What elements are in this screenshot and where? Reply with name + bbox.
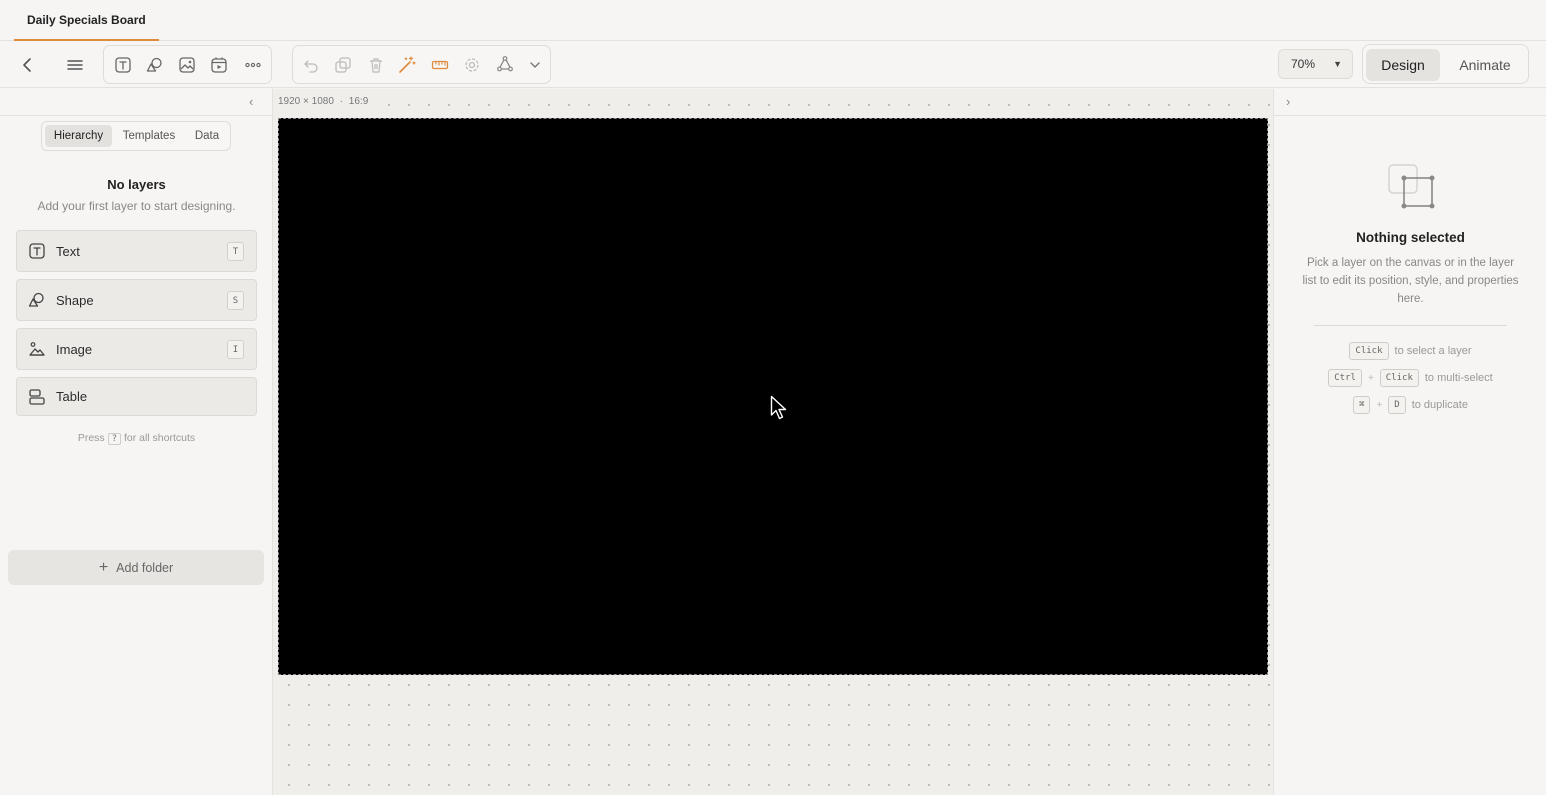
table-layer-icon xyxy=(29,388,45,405)
menu-icon[interactable] xyxy=(61,51,89,79)
shortcuts-hint-press: Press xyxy=(77,432,105,444)
shape-shortcut-key: S xyxy=(227,291,244,310)
design-mode-button[interactable]: Design xyxy=(1366,49,1440,81)
mouse-cursor-icon xyxy=(770,395,787,420)
right-panel-header: › xyxy=(1274,89,1546,116)
canvas-size-info: 1920 × 1080 · 16:9 xyxy=(278,96,372,107)
tab-hierarchy[interactable]: Hierarchy xyxy=(45,125,112,147)
image-layer-icon xyxy=(29,342,45,356)
add-image-layer-button[interactable]: Image I xyxy=(16,328,257,370)
more-tools-icon[interactable] xyxy=(239,51,267,79)
hint-key: Ctrl xyxy=(1328,369,1362,387)
hint-text: to multi-select xyxy=(1424,372,1493,384)
add-folder-button[interactable]: + Add folder xyxy=(8,550,264,585)
tab-templates[interactable]: Templates xyxy=(114,125,184,147)
hint-key: ⌘ xyxy=(1353,396,1371,414)
add-text-layer-button[interactable]: Text T xyxy=(16,230,257,272)
empty-layers-subtitle: Add your first layer to start designing. xyxy=(37,199,236,213)
toolbar: 70% ▼ Design Animate xyxy=(0,41,1546,88)
copy-icon[interactable] xyxy=(329,51,357,79)
nothing-selected-title: Nothing selected xyxy=(1356,230,1465,245)
zoom-value: 70% xyxy=(1291,57,1316,71)
caret-down-icon: ▼ xyxy=(1333,59,1342,69)
canvas-info-separator: · xyxy=(339,96,344,107)
left-panel-tabs: Hierarchy Templates Data xyxy=(41,121,231,151)
selection-icon xyxy=(1388,164,1435,209)
hint-duplicate: ⌘ + D to duplicate xyxy=(1274,396,1546,414)
hint-plus: + xyxy=(1367,372,1374,384)
hint-multi-select: Ctrl + Click to multi-select xyxy=(1274,369,1546,387)
mode-switch: Design Animate xyxy=(1362,44,1529,84)
canvas-area[interactable]: 1920 × 1080 · 16:9 xyxy=(273,89,1273,795)
hint-key: D xyxy=(1388,396,1406,414)
left-panel-header: ‹ xyxy=(0,89,273,116)
add-shape-layer-button[interactable]: Shape S xyxy=(16,279,257,321)
add-table-layer-button[interactable]: Table xyxy=(16,377,257,416)
image-layer-label: Image xyxy=(56,341,93,357)
shape-tool-icon[interactable] xyxy=(141,51,169,79)
text-layer-label: Text xyxy=(56,243,80,259)
divider xyxy=(1314,325,1507,326)
animate-mode-button[interactable]: Animate xyxy=(1446,49,1524,81)
hint-select: Click to select a layer xyxy=(1274,342,1546,360)
undo-icon[interactable] xyxy=(297,51,325,79)
tab-data[interactable]: Data xyxy=(187,125,227,147)
empty-layers-title: No layers xyxy=(107,177,166,192)
image-shortcut-key: I xyxy=(227,340,244,359)
hint-text: to select a layer xyxy=(1394,345,1472,357)
settings-icon[interactable] xyxy=(458,51,486,79)
text-tool-icon[interactable] xyxy=(109,51,137,79)
shortcuts-hint: Press ? for all shortcuts xyxy=(0,432,273,445)
ruler-icon[interactable] xyxy=(426,51,454,79)
connect-icon[interactable] xyxy=(491,51,519,79)
text-layer-icon xyxy=(29,243,45,259)
collapse-left-icon[interactable]: ‹ xyxy=(249,94,253,109)
hint-key: Click xyxy=(1349,342,1389,360)
shape-layer-icon xyxy=(28,292,44,307)
canvas-ratio-label: 16:9 xyxy=(348,96,369,107)
collapse-right-icon[interactable]: › xyxy=(1286,94,1290,109)
delete-icon[interactable] xyxy=(362,51,390,79)
nothing-selected-description: Pick a layer on the canvas or in the lay… xyxy=(1302,257,1519,305)
image-tool-icon[interactable] xyxy=(173,51,201,79)
shortcuts-hint-rest: for all shortcuts xyxy=(123,432,196,444)
plus-icon: + xyxy=(98,558,109,576)
hint-key: Click xyxy=(1379,369,1419,387)
chevron-down-icon[interactable] xyxy=(521,51,549,79)
document-tab[interactable]: Daily Specials Board xyxy=(14,0,159,41)
hint-plus: + xyxy=(1376,399,1383,411)
shortcuts-hint-key: ? xyxy=(107,433,122,445)
text-shortcut-key: T xyxy=(227,242,244,261)
shape-layer-label: Shape xyxy=(56,292,94,308)
table-layer-label: Table xyxy=(56,389,88,404)
zoom-select[interactable]: 70% ▼ xyxy=(1278,49,1353,79)
hint-text: to duplicate xyxy=(1411,399,1468,411)
left-panel: ‹ Hierarchy Templates Data No layers Add… xyxy=(0,89,273,795)
back-icon[interactable] xyxy=(14,51,42,79)
video-tool-icon[interactable] xyxy=(205,51,233,79)
right-panel: › Nothing selected Pick a layer on the c… xyxy=(1273,89,1546,795)
tab-bar: Daily Specials Board xyxy=(0,0,1546,41)
add-folder-label: Add folder xyxy=(116,560,174,575)
canvas-size-label: 1920 × 1080 xyxy=(278,96,334,107)
magic-wand-icon[interactable] xyxy=(393,51,421,79)
